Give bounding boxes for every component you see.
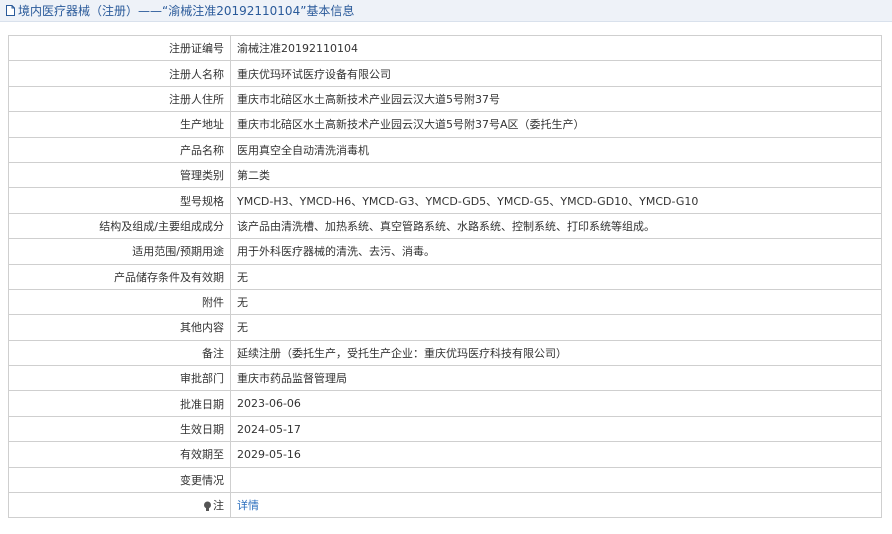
field-value: 2023-06-06 bbox=[230, 390, 882, 417]
field-label: 其他内容 bbox=[8, 314, 231, 341]
table-row: 批准日期 2023-06-06 bbox=[8, 390, 882, 417]
field-label: 产品名称 bbox=[8, 136, 231, 163]
table-row: 有效期至 2029-05-16 bbox=[8, 441, 882, 468]
table-row: 注册人名称 重庆优玛环试医疗设备有限公司 bbox=[8, 60, 882, 87]
field-label: 生效日期 bbox=[8, 415, 231, 443]
field-label: 变更情况 bbox=[8, 466, 231, 494]
table-row: 其他内容无 bbox=[8, 314, 882, 341]
field-label: 管理类别 bbox=[8, 161, 231, 189]
field-label: 结构及组成/主要组成成分 bbox=[8, 212, 231, 240]
field-label: 注册证编号 bbox=[8, 34, 231, 62]
field-label: 生产地址 bbox=[8, 111, 231, 138]
table-row: 型号规格 YMCD-H3、YMCD-H6、YMCD-G3、YMCD-GD5、YMC… bbox=[8, 187, 882, 214]
table-row: 备注 延续注册（委托生产，受托生产企业：重庆优玛医疗科技有限公司） bbox=[8, 339, 882, 367]
field-value: 无 bbox=[230, 288, 882, 316]
table-row: 管理类别 第二类 bbox=[8, 161, 882, 189]
table-row: 注册证编号 渝械注准20192110104 bbox=[8, 34, 882, 62]
field-value: 重庆市药品监督管理局 bbox=[230, 365, 882, 392]
note-value-cell: 详情 bbox=[230, 492, 882, 519]
field-label: 注册人住所 bbox=[8, 85, 231, 113]
info-table: 注册证编号 渝械注准20192110104 注册人名称 重庆优玛环试医疗设备有限公司注… bbox=[8, 34, 882, 519]
field-label: 产品储存条件及有效期 bbox=[8, 263, 231, 290]
field-value: 用于外科医疗器械的清洗、去污、消毒。 bbox=[230, 238, 882, 265]
table-row: 注册人住所 重庆市北碚区水土高新技术产业园云汉大道5号附37号 bbox=[8, 85, 882, 113]
field-value: 2024-05-17 bbox=[230, 415, 882, 443]
field-value: 渝械注准20192110104 bbox=[230, 34, 882, 62]
note-label-cell: 注 bbox=[8, 492, 231, 519]
table-row: 生效日期 2024-05-17 bbox=[8, 415, 882, 443]
page-header: 境内医疗器械（注册）——“渝械注准20192110104”基本信息 bbox=[0, 0, 892, 22]
note-label: 注 bbox=[213, 499, 224, 513]
field-label: 批准日期 bbox=[8, 390, 231, 417]
field-label: 注册人名称 bbox=[8, 60, 231, 87]
field-label: 适用范围/预期用途 bbox=[8, 238, 231, 265]
table-row: 产品储存条件及有效期无 bbox=[8, 263, 882, 290]
field-value: 2029-05-16 bbox=[230, 441, 882, 468]
field-value: 无 bbox=[230, 263, 882, 290]
field-value: YMCD-H3、YMCD-H6、YMCD-G3、YMCD-GD5、YMCD-G5… bbox=[230, 187, 882, 214]
table-row: 结构及组成/主要组成成分 该产品由清洗槽、加热系统、真空管路系统、水路系统、控制系… bbox=[8, 212, 882, 240]
page-title: 境内医疗器械（注册）——“渝械注准20192110104”基本信息 bbox=[18, 4, 355, 18]
table-row: 生产地址 重庆市北碚区水土高新技术产业园云汉大道5号附37号A区（委托生产） bbox=[8, 111, 882, 138]
field-label: 型号规格 bbox=[8, 187, 231, 214]
field-value: 重庆市北碚区水土高新技术产业园云汉大道5号附37号 bbox=[230, 85, 882, 113]
document-icon bbox=[6, 5, 15, 16]
lightbulb-icon bbox=[204, 501, 211, 511]
field-value: 无 bbox=[230, 314, 882, 341]
table-row: 审批部门 重庆市药品监督管理局 bbox=[8, 365, 882, 392]
info-table-container: 注册证编号 渝械注准20192110104 注册人名称 重庆优玛环试医疗设备有限公司注… bbox=[8, 34, 882, 519]
field-label: 备注 bbox=[8, 339, 231, 367]
field-value: 延续注册（委托生产，受托生产企业：重庆优玛医疗科技有限公司） bbox=[230, 339, 882, 367]
table-row: 适用范围/预期用途 用于外科医疗器械的清洗、去污、消毒。 bbox=[8, 238, 882, 265]
table-row: 变更情况 bbox=[8, 466, 882, 494]
field-value: 医用真空全自动清洗消毒机 bbox=[230, 136, 882, 163]
table-row-note: 注详情 bbox=[8, 492, 882, 519]
field-value: 重庆优玛环试医疗设备有限公司 bbox=[230, 60, 882, 87]
field-label: 审批部门 bbox=[8, 365, 231, 392]
field-value: 该产品由清洗槽、加热系统、真空管路系统、水路系统、控制系统、打印系统等组成。 bbox=[230, 212, 882, 240]
details-link[interactable]: 详情 bbox=[237, 499, 259, 512]
field-value: 第二类 bbox=[230, 161, 882, 189]
field-label: 有效期至 bbox=[8, 441, 231, 468]
table-row: 产品名称 医用真空全自动清洗消毒机 bbox=[8, 136, 882, 163]
field-label: 附件 bbox=[8, 288, 231, 316]
table-row: 附件无 bbox=[8, 288, 882, 316]
field-value bbox=[230, 466, 882, 494]
field-value: 重庆市北碚区水土高新技术产业园云汉大道5号附37号A区（委托生产） bbox=[230, 111, 882, 138]
